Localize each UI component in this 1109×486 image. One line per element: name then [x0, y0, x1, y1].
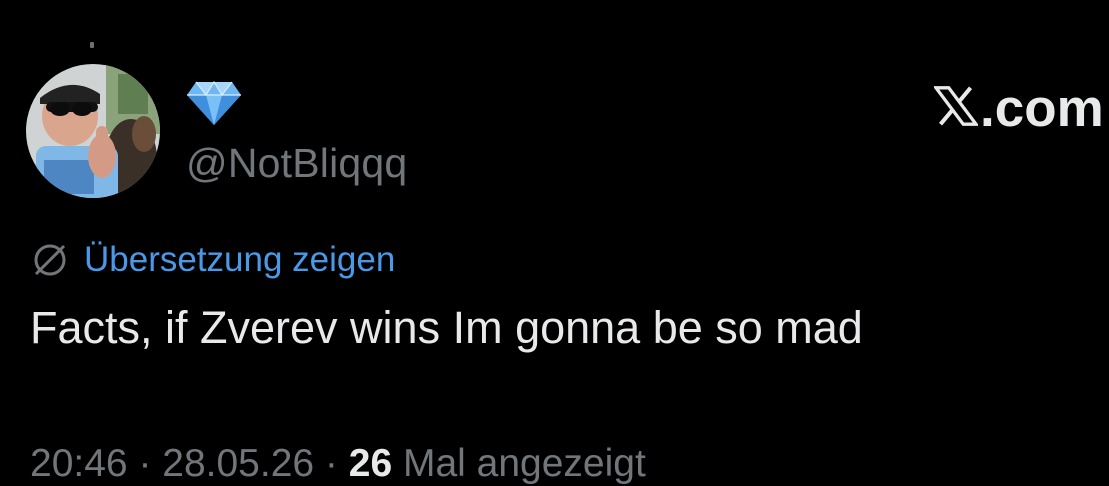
views-count: 26	[348, 442, 393, 485]
views-label: Mal angezeigt	[392, 442, 646, 485]
x-logo-icon	[934, 86, 978, 126]
translate-link[interactable]: Übersetzung zeigen	[30, 237, 395, 283]
decorative-speck	[90, 42, 94, 48]
tweet-meta: 20:46 · 28.05.26 · 26 Mal angezeigt	[30, 442, 646, 486]
meta-separator: ·	[127, 442, 163, 485]
author-handle[interactable]: @NotBliqqq	[186, 140, 407, 187]
tweet-text: Facts, if Zverev wins Im gonna be so mad	[30, 302, 863, 353]
meta-separator: ·	[314, 442, 349, 485]
avatar[interactable]	[26, 64, 160, 198]
brand-label: .com	[980, 79, 1104, 138]
avatar-photo	[26, 64, 160, 198]
diamond-icon	[186, 80, 242, 126]
tweet-date[interactable]: 28.05.26	[162, 442, 314, 485]
tweet-time[interactable]: 20:46	[30, 442, 128, 485]
globe-slash-icon	[34, 244, 66, 276]
brand-watermark: .com	[934, 78, 1104, 139]
translate-label[interactable]: Übersetzung zeigen	[84, 240, 395, 280]
